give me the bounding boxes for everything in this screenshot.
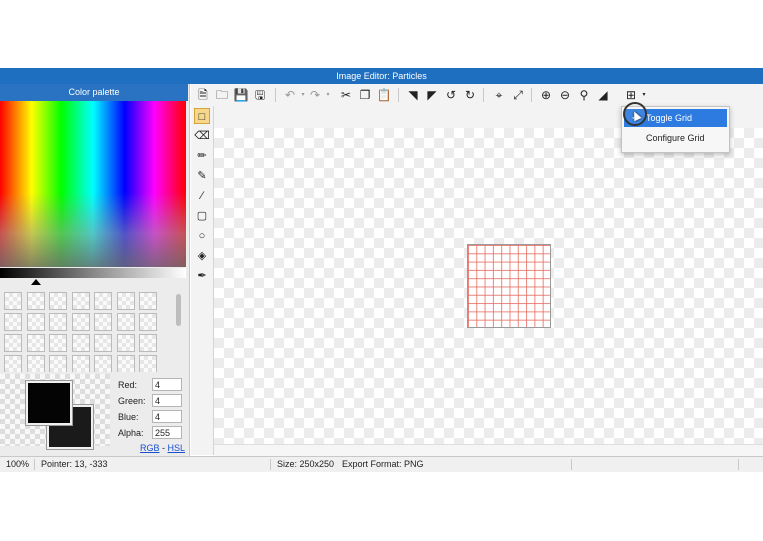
palette-swatch[interactable] <box>94 292 112 310</box>
red-input[interactable]: 4 <box>152 378 182 391</box>
palette-swatch[interactable] <box>94 334 112 352</box>
hsl-mode-link[interactable]: HSL <box>168 443 186 453</box>
palette-swatch[interactable] <box>26 355 45 372</box>
pencil-icon[interactable]: ✏ <box>194 148 210 164</box>
line-icon[interactable]: ∕ <box>194 188 210 204</box>
toolbar-separator <box>483 88 484 102</box>
zoom-in-icon[interactable]: ⊕ <box>538 87 554 103</box>
palette-swatch[interactable] <box>4 355 22 372</box>
palette-swatch[interactable] <box>116 313 135 331</box>
palette-header: Color palette <box>0 84 188 101</box>
palette-swatch[interactable] <box>26 334 45 352</box>
alpha-label: Alpha: <box>118 428 144 438</box>
palette-swatch[interactable] <box>139 313 157 331</box>
cut-icon[interactable]: ✂ <box>338 87 354 103</box>
main-toolbar: 🗎 🗀 💾 🖫 ↶ ▾ ↷ ▾ ✂ ❐ 📋 ◥ ◤ ↺ ↻ ⌖ ⤢ ⊕ ⊖ ⚲ … <box>191 84 763 106</box>
image-size: Size: 250x250 <box>277 459 335 469</box>
palette-swatch[interactable] <box>49 313 67 331</box>
palette-swatch[interactable] <box>49 355 67 372</box>
status-bar: 100% Pointer: 13, -333 Size: 250x250 Exp… <box>0 456 763 472</box>
select-tool-icon[interactable]: □ <box>194 108 210 124</box>
rotate-right-icon[interactable]: ↻ <box>462 87 478 103</box>
crop-icon[interactable]: ⌖ <box>491 87 507 103</box>
configure-grid-label: Configure Grid <box>646 133 705 143</box>
palette-scrollbar[interactable] <box>176 294 181 326</box>
image-canvas[interactable] <box>467 244 551 328</box>
tools-sidebar: □ ⌫ ✏ ✎ ∕ ▢ ○ ◈ ✒ <box>191 106 214 455</box>
ellipse-icon[interactable]: ○ <box>194 228 210 244</box>
mode-separator: - <box>159 443 168 453</box>
color-spectrum[interactable] <box>0 101 186 267</box>
zoom-fit-icon[interactable]: ⚲ <box>576 87 592 103</box>
palette-swatch[interactable] <box>94 355 112 372</box>
new-file-icon[interactable]: 🗎 <box>195 87 211 103</box>
status-divider <box>738 459 739 470</box>
brush-icon[interactable]: ✎ <box>194 168 210 184</box>
blue-input[interactable]: 4 <box>152 410 182 423</box>
window-title: Image Editor: Particles <box>0 68 763 84</box>
palette-swatch[interactable] <box>139 334 157 352</box>
rotate-left-icon[interactable]: ↺ <box>443 87 459 103</box>
alpha-input[interactable]: 255 <box>152 426 182 439</box>
invert-icon[interactable]: ◢ <box>595 87 611 103</box>
palette-swatch[interactable] <box>4 334 22 352</box>
save-icon[interactable]: 💾 <box>233 87 249 103</box>
eraser-icon[interactable]: ⌫ <box>194 128 210 144</box>
export-format: Export Format: PNG <box>342 459 424 469</box>
green-label: Green: <box>118 396 146 406</box>
flip-horizontal-icon[interactable]: ◥ <box>405 87 421 103</box>
palette-swatch[interactable] <box>94 313 112 331</box>
flip-vertical-icon[interactable]: ◤ <box>424 87 440 103</box>
rgb-mode-link[interactable]: RGB <box>140 443 160 453</box>
save-as-icon[interactable]: 🖫 <box>252 87 268 103</box>
color-palette-panel: Color palette Red: 4 Green: 4 Blue: 4 Al… <box>0 84 190 456</box>
brightness-slider[interactable] <box>0 268 186 278</box>
redo-dropdown-icon[interactable]: ▾ <box>320 87 336 103</box>
palette-swatch[interactable] <box>26 292 45 310</box>
palette-swatch[interactable] <box>71 313 90 331</box>
palette-swatch[interactable] <box>116 355 135 372</box>
open-folder-icon[interactable]: 🗀 <box>214 87 230 103</box>
status-divider <box>34 459 35 470</box>
green-input[interactable]: 4 <box>152 394 182 407</box>
status-divider <box>571 459 572 470</box>
copy-icon[interactable]: ❐ <box>357 87 373 103</box>
zoom-out-icon[interactable]: ⊖ <box>557 87 573 103</box>
palette-swatch[interactable] <box>116 334 135 352</box>
palette-swatch[interactable] <box>71 292 90 310</box>
toolbar-separator <box>531 88 532 102</box>
swatch-grid <box>4 292 166 372</box>
palette-swatch[interactable] <box>71 334 90 352</box>
toggle-grid-label: Toggle Grid <box>646 113 693 123</box>
grid-dropdown-icon[interactable]: ▾ <box>636 87 652 103</box>
resize-icon[interactable]: ⤢ <box>510 87 526 103</box>
palette-swatch[interactable] <box>139 355 157 372</box>
palette-swatch[interactable] <box>139 292 157 310</box>
red-label: Red: <box>118 380 138 390</box>
paste-icon[interactable]: 📋 <box>376 87 392 103</box>
blue-label: Blue: <box>118 412 139 422</box>
palette-swatch[interactable] <box>49 334 67 352</box>
pointer-position: Pointer: 13, -333 <box>41 459 108 469</box>
status-divider <box>270 459 271 470</box>
horizontal-scrollbar[interactable] <box>214 444 763 456</box>
slider-marker-icon[interactable] <box>31 279 41 285</box>
toolbar-separator <box>275 88 276 102</box>
palette-swatch[interactable] <box>49 292 67 310</box>
palette-swatch[interactable] <box>4 292 22 310</box>
rectangle-icon[interactable]: ▢ <box>194 208 210 224</box>
palette-swatch[interactable] <box>4 313 22 331</box>
fill-bucket-icon[interactable]: ◈ <box>194 248 210 264</box>
toolbar-separator <box>398 88 399 102</box>
primary-color-swatch[interactable] <box>26 381 72 425</box>
color-mode-links: RGB - HSL <box>140 443 185 453</box>
eyedropper-icon[interactable]: ✒ <box>194 268 210 284</box>
palette-swatch[interactable] <box>71 355 90 372</box>
palette-swatch[interactable] <box>116 292 135 310</box>
zoom-level: 100% <box>6 459 30 469</box>
menu-item-configure-grid[interactable]: Configure Grid <box>624 129 727 147</box>
palette-swatch[interactable] <box>26 313 45 331</box>
